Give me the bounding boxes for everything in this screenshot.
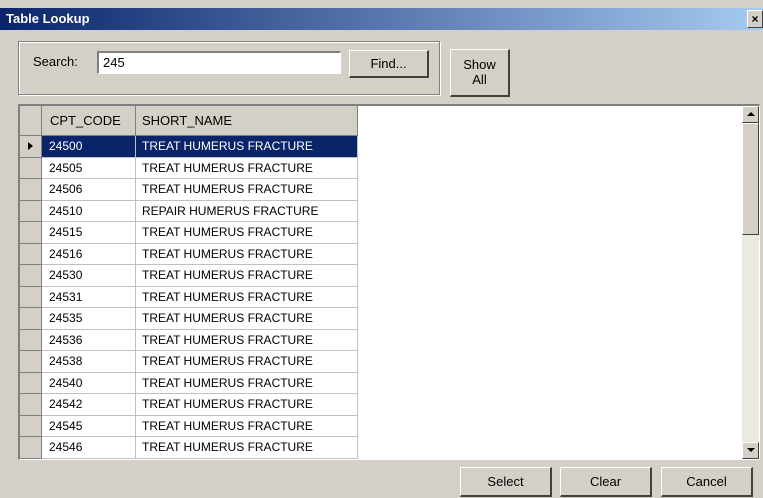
row-header[interactable]	[20, 329, 42, 351]
row-header[interactable]	[20, 308, 42, 330]
cpt-code-cell[interactable]: 24536	[42, 329, 136, 351]
select-button[interactable]: Select	[460, 467, 552, 497]
row-header[interactable]	[20, 415, 42, 437]
cancel-button[interactable]: Cancel	[661, 467, 753, 497]
cpt-code-cell[interactable]: 24538	[42, 351, 136, 373]
row-header[interactable]	[20, 222, 42, 244]
show-all-label-line2: All	[472, 72, 487, 87]
short-name-cell[interactable]: TREAT HUMERUS FRACTURE	[136, 372, 358, 394]
results-grid[interactable]: CPT_CODE SHORT_NAME 24500 TREAT HUMERUS F…	[18, 104, 760, 460]
short-name-cell[interactable]: TREAT HUMERUS FRACTURE	[136, 157, 358, 179]
column-header-cpt-code[interactable]: CPT_CODE	[42, 106, 136, 136]
short-name-cell[interactable]: TREAT HUMERUS FRACTURE	[136, 437, 358, 459]
row-header[interactable]	[20, 286, 42, 308]
arrow-down-icon	[747, 448, 755, 452]
short-name-cell[interactable]: TREAT HUMERUS FRACTURE	[136, 351, 358, 373]
row-header[interactable]	[20, 136, 42, 158]
scroll-up-button[interactable]	[742, 106, 759, 123]
table-lookup-window: Table Lookup × Search: 245 Find... Show …	[0, 0, 763, 498]
short-name-cell[interactable]: TREAT HUMERUS FRACTURE	[136, 308, 358, 330]
cpt-code-cell[interactable]: 24506	[42, 179, 136, 201]
cpt-code-cell[interactable]: 24500	[42, 136, 136, 158]
clear-button[interactable]: Clear	[560, 467, 652, 497]
cpt-code-cell[interactable]: 24540	[42, 372, 136, 394]
short-name-cell[interactable]: TREAT HUMERUS FRACTURE	[136, 286, 358, 308]
show-all-label-line1: Show	[463, 57, 496, 72]
short-name-cell[interactable]: TREAT HUMERUS FRACTURE	[136, 415, 358, 437]
cpt-code-cell[interactable]: 24531	[42, 286, 136, 308]
row-header[interactable]	[20, 179, 42, 201]
close-icon[interactable]: ×	[747, 10, 763, 28]
search-group: Search: 245 Find...	[18, 41, 440, 95]
cpt-code-cell[interactable]: 24545	[42, 415, 136, 437]
show-all-button[interactable]: Show All	[450, 49, 510, 97]
row-header[interactable]	[20, 394, 42, 416]
row-header[interactable]	[20, 265, 42, 287]
row-header[interactable]	[20, 200, 42, 222]
window-title: Table Lookup	[6, 11, 90, 26]
short-name-cell[interactable]: REPAIR HUMERUS FRACTURE	[136, 200, 358, 222]
cpt-code-cell[interactable]: 24510	[42, 200, 136, 222]
row-header[interactable]	[20, 437, 42, 459]
short-name-cell[interactable]: TREAT HUMERUS FRACTURE	[136, 136, 358, 158]
short-name-cell[interactable]: TREAT HUMERUS FRACTURE	[136, 243, 358, 265]
cpt-code-cell[interactable]: 24505	[42, 157, 136, 179]
grid-corner-header	[20, 106, 42, 136]
row-header[interactable]	[20, 351, 42, 373]
scroll-down-button[interactable]	[742, 442, 759, 459]
row-header[interactable]	[20, 372, 42, 394]
short-name-cell[interactable]: TREAT HUMERUS FRACTURE	[136, 394, 358, 416]
title-bar[interactable]: Table Lookup ×	[0, 8, 763, 30]
current-row-indicator-icon	[28, 142, 33, 150]
search-label: Search:	[33, 54, 78, 69]
short-name-cell[interactable]: TREAT HUMERUS FRACTURE	[136, 179, 358, 201]
cpt-code-cell[interactable]: 24546	[42, 437, 136, 459]
arrow-up-icon	[747, 112, 755, 116]
row-header[interactable]	[20, 157, 42, 179]
short-name-cell[interactable]: TREAT HUMERUS FRACTURE	[136, 265, 358, 287]
column-header-short-name[interactable]: SHORT_NAME	[136, 106, 358, 136]
cpt-code-cell[interactable]: 24535	[42, 308, 136, 330]
cpt-code-cell[interactable]: 24516	[42, 243, 136, 265]
vertical-scrollbar[interactable]	[742, 106, 759, 459]
cpt-code-cell[interactable]: 24530	[42, 265, 136, 287]
short-name-cell[interactable]: TREAT HUMERUS FRACTURE	[136, 329, 358, 351]
find-button[interactable]: Find...	[349, 50, 429, 78]
scroll-thumb[interactable]	[742, 123, 759, 235]
short-name-cell[interactable]: TREAT HUMERUS FRACTURE	[136, 222, 358, 244]
cpt-code-cell[interactable]: 24542	[42, 394, 136, 416]
search-input[interactable]: 245	[97, 51, 341, 74]
cpt-code-cell[interactable]: 24515	[42, 222, 136, 244]
row-header[interactable]	[20, 243, 42, 265]
